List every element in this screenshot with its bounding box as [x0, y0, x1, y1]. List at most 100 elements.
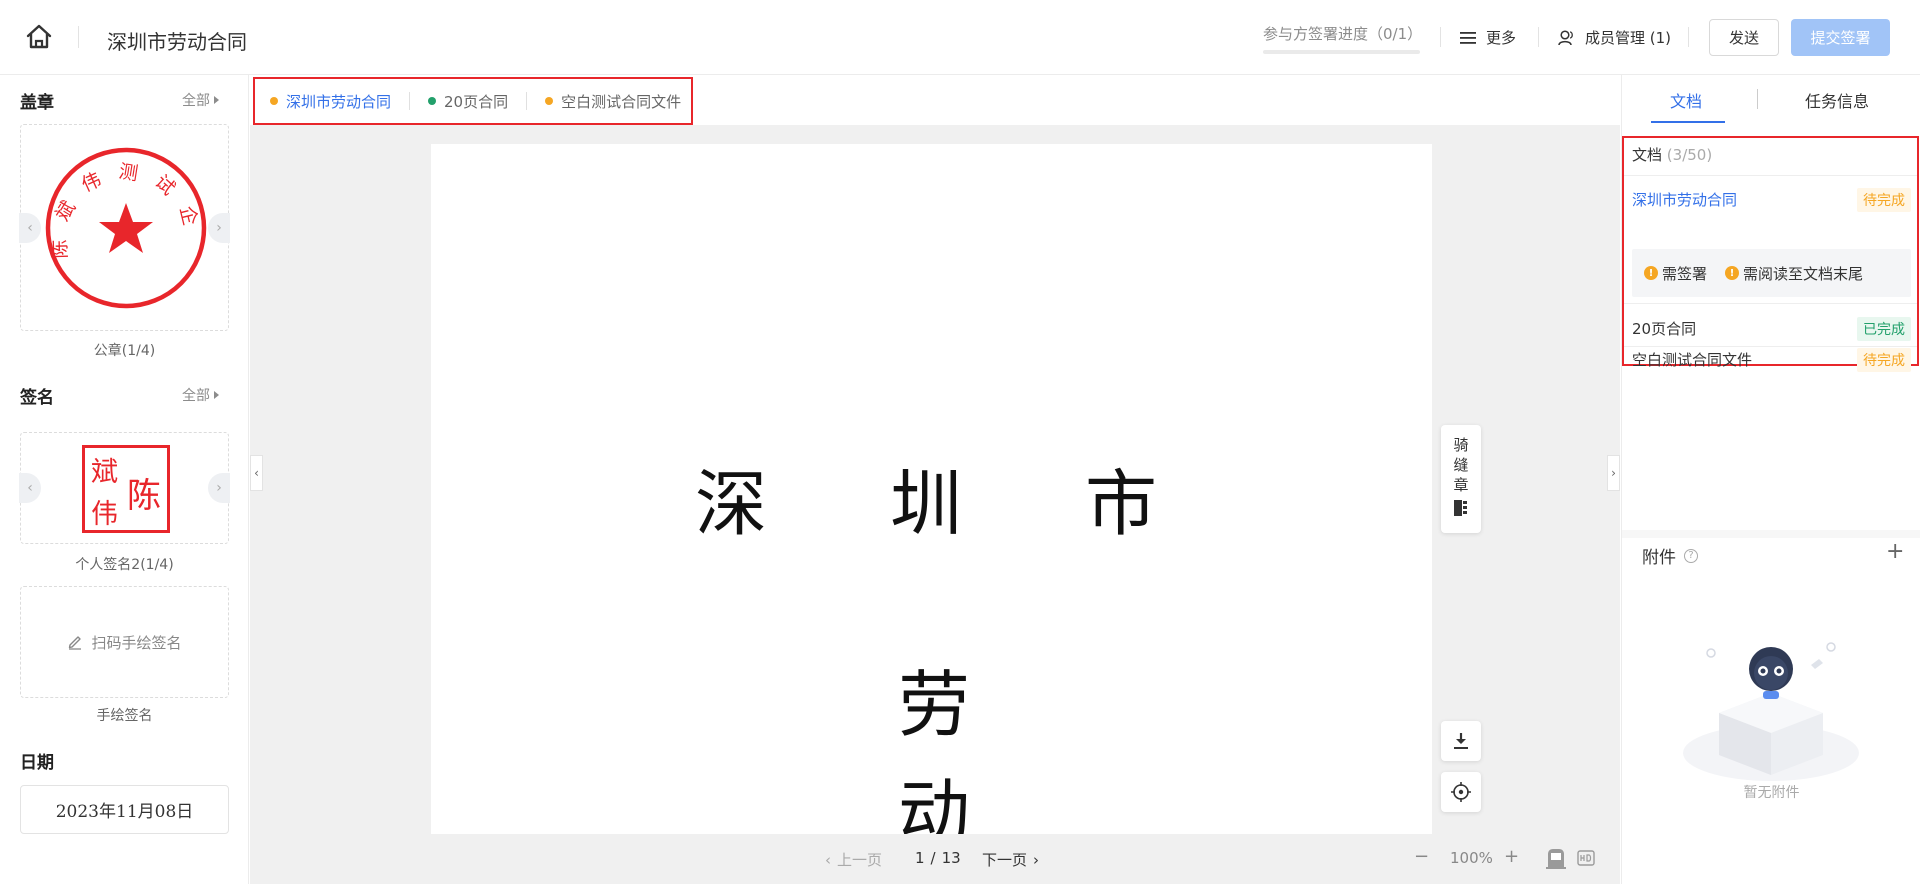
seal-prev-button[interactable]: ‹: [19, 213, 41, 243]
next-page-button[interactable]: 下一页 ›: [982, 849, 1039, 870]
seal-next-button[interactable]: ›: [208, 213, 230, 243]
requirement-item: ! 需阅读至文档末尾: [1725, 263, 1863, 284]
date-section-title: 日期: [20, 753, 54, 773]
zoom-level: 100%: [1450, 849, 1493, 867]
tab-divider: [526, 92, 528, 110]
status-dot: [270, 97, 278, 105]
document-row[interactable]: 深圳市劳动合同 待完成: [1624, 179, 1917, 219]
seal-card[interactable]: 陈斌伟测试企业 ‹ ›: [19, 124, 230, 331]
tab-blank-test-contract[interactable]: 空白测试合同文件: [545, 91, 681, 112]
locate-button[interactable]: [1441, 772, 1481, 812]
handdraw-label: 扫码手绘签名: [91, 633, 182, 652]
header-divider: [78, 26, 79, 48]
hd-toggle-button[interactable]: [1577, 850, 1595, 866]
next-page-label: 下一页: [982, 851, 1028, 869]
tab-divider: [1757, 89, 1758, 109]
document-tabs: 深圳市劳动合同 20页合同 空白测试合同文件: [253, 77, 693, 125]
section-divider: [1622, 530, 1920, 538]
tab-task-info[interactable]: 任务信息: [1805, 88, 1869, 112]
tab-shenzhen-labor-contract[interactable]: 深圳市劳动合同: [270, 91, 391, 112]
seal-caption: 公章(1/4): [93, 343, 156, 359]
document-name[interactable]: 深圳市劳动合同: [1632, 189, 1737, 210]
send-button[interactable]: 发送: [1709, 19, 1779, 56]
active-tab-underline: [1651, 121, 1725, 123]
fit-page-button[interactable]: [1546, 848, 1566, 870]
tab-20-page-contract[interactable]: 20页合同: [428, 91, 508, 112]
tab-documents[interactable]: 文档: [1670, 88, 1702, 112]
home-icon[interactable]: [24, 22, 54, 52]
sig-char: 陈: [127, 476, 161, 516]
date-stamp[interactable]: 2023年11月08日: [20, 785, 229, 834]
paging-seal-char: 骑: [1453, 436, 1469, 454]
warning-icon: !: [1644, 266, 1658, 280]
documents-count: (3/50): [1666, 146, 1713, 164]
page-text-char: 深: [695, 462, 768, 546]
tab-label: 20页合同: [444, 92, 509, 111]
paging-seal-icon: [1454, 500, 1467, 516]
members-label: 成员管理 (1): [1585, 29, 1672, 47]
signature-all-label: 全部: [182, 388, 210, 404]
prev-page-button[interactable]: ‹ 上一页: [825, 849, 882, 870]
handdraw-caption: 手绘签名: [96, 708, 153, 724]
paging-seal-char: 章: [1453, 476, 1469, 494]
paging-seal-char: 缝: [1453, 456, 1469, 474]
caret-right-icon: [214, 391, 219, 399]
document-list: 文档 (3/50) 深圳市劳动合同 待完成 ! 需签署 ! 需阅读至文档末尾 2…: [1622, 136, 1919, 372]
document-row[interactable]: 20页合同 已完成: [1624, 308, 1917, 348]
menu-icon: [1460, 31, 1476, 44]
paging-seal-button[interactable]: 骑 缝 章: [1441, 425, 1481, 533]
page-separator: /: [930, 849, 936, 867]
signature-card[interactable]: 斌 陈 伟 ‹ ›: [19, 432, 230, 544]
handdraw-scan-button[interactable]: 扫码手绘签名: [21, 587, 228, 697]
crosshair-icon: [1451, 782, 1471, 802]
company-seal-image: 陈斌伟测试企业: [41, 143, 207, 309]
right-panel: 文档 任务信息 文档 (3/50) 深圳市劳动合同 待完成 ! 需签署 ! 需阅…: [1621, 75, 1920, 884]
page-view-icon: [1546, 849, 1566, 869]
requirement-label: 需签署: [1662, 264, 1708, 283]
documents-label: 文档: [1632, 146, 1663, 164]
page-text-char: 动: [898, 771, 971, 834]
page-text-char: 圳: [890, 462, 963, 546]
warning-icon: !: [1725, 266, 1740, 280]
sig-char: 斌: [91, 457, 118, 488]
more-label: 更多: [1486, 29, 1517, 47]
submit-sign-button[interactable]: 提交签署: [1791, 19, 1890, 56]
row-divider: [1624, 303, 1917, 304]
current-page[interactable]: 1: [915, 849, 925, 867]
zoom-out-button[interactable]: −: [1414, 846, 1429, 867]
requirement-item: ! 需签署: [1644, 263, 1707, 284]
handdraw-signature-card[interactable]: 扫码手绘签名: [20, 586, 229, 698]
seal-section-title: 盖章: [20, 93, 54, 113]
signature-prev-button[interactable]: ‹: [19, 473, 41, 503]
collapse-right-panel-button[interactable]: ›: [1607, 455, 1620, 491]
header-divider: [1688, 27, 1689, 47]
download-button[interactable]: [1441, 721, 1481, 761]
seal-all-link[interactable]: 全部: [182, 90, 219, 110]
collapse-left-panel-button[interactable]: ‹: [250, 455, 263, 491]
help-icon[interactable]: ?: [1684, 548, 1698, 563]
document-viewer: 深圳市劳动合同 20页合同 空白测试合同文件 深 圳 市 劳 动 ‹ › 骑 缝…: [250, 75, 1620, 884]
sign-progress-label[interactable]: 参与方签署进度（0/1）: [1263, 23, 1422, 44]
members-button[interactable]: 成员管理 (1): [1558, 27, 1671, 48]
zoom-in-button[interactable]: +: [1504, 846, 1519, 867]
left-panel: 盖章 全部 陈斌伟测试企业 ‹ › 公章(1/4) 签名 全部 斌 陈 伟 ‹ …: [0, 75, 249, 884]
document-page[interactable]: 深 圳 市 劳 动: [431, 144, 1432, 834]
row-divider: [1624, 346, 1917, 347]
document-list-header: 文档 (3/50): [1632, 144, 1712, 165]
status-badge: 待完成: [1857, 188, 1911, 212]
document-name[interactable]: 20页合同: [1632, 318, 1696, 339]
add-attachment-button[interactable]: +: [1886, 539, 1904, 564]
signature-section-title: 签名: [20, 388, 54, 408]
empty-robot-illustration: [1683, 642, 1859, 781]
row-divider: [1624, 175, 1917, 176]
sign-progress-bar: [1263, 50, 1420, 54]
more-button[interactable]: 更多: [1460, 27, 1516, 48]
page-text-char: 市: [1085, 462, 1158, 546]
page-indicator: 1 / 13: [915, 849, 961, 867]
document-name[interactable]: 空白测试合同文件: [1632, 349, 1752, 370]
signature-all-link[interactable]: 全部: [182, 385, 219, 405]
signature-next-button[interactable]: ›: [208, 473, 230, 503]
header-divider: [1538, 27, 1539, 47]
sig-char: 伟: [91, 499, 118, 530]
document-row[interactable]: 空白测试合同文件 待完成: [1624, 348, 1917, 372]
